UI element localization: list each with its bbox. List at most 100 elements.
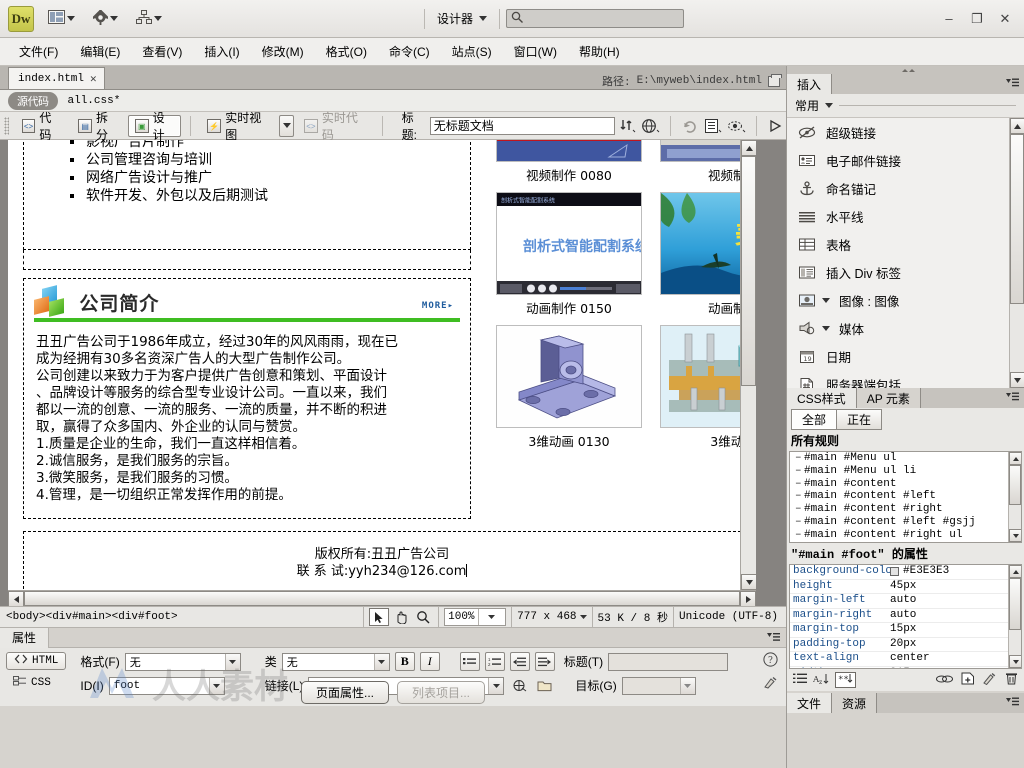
tab-ap-elements[interactable]: AP 元素 [856, 388, 921, 408]
chevron-down-icon[interactable] [477, 609, 506, 625]
page-title-input[interactable]: 无标题文档 [429, 116, 615, 135]
extend-dreamweaver-button[interactable] [89, 6, 122, 32]
insert-item-email-link[interactable]: 电子邮件链接 [787, 146, 1024, 174]
class-select[interactable]: 无 [281, 652, 390, 671]
help-icon[interactable]: ? [763, 652, 778, 670]
menu-help[interactable]: 帮助(H) [568, 39, 631, 64]
css-properties-list[interactable]: background-color #E3E3E3 height 45px mar… [789, 564, 1022, 669]
live-code-button[interactable]: <> 实时代码 [297, 111, 373, 142]
scroll-down-button[interactable] [1009, 655, 1021, 668]
zoom-tool-icon[interactable] [413, 608, 433, 626]
chevron-down-icon[interactable] [579, 611, 587, 623]
related-file-all-css[interactable]: all.css* [68, 95, 121, 107]
restore-window-icon[interactable] [768, 73, 782, 87]
panel-options-menu[interactable] [767, 632, 786, 643]
scroll-up-button[interactable] [1010, 118, 1024, 134]
insert-item-horizontal-rule[interactable]: 水平线 [787, 202, 1024, 230]
canvas-vertical-scrollbar[interactable] [740, 140, 756, 590]
design-view-button[interactable]: ▣ 设计 [127, 111, 182, 142]
scroll-up-button[interactable] [741, 140, 756, 156]
insert-category-label[interactable]: 常用 [795, 97, 819, 114]
css-rules-scrollbar[interactable] [1008, 452, 1021, 542]
panel-options-menu[interactable] [1006, 391, 1019, 405]
list-item-button[interactable]: 列表项目... [397, 681, 486, 704]
edit-rule-icon[interactable] [983, 672, 997, 688]
chevron-down-icon[interactable] [822, 325, 830, 331]
css-property-row[interactable]: width 915 [790, 667, 1021, 669]
bold-button[interactable]: B [394, 652, 415, 671]
chevron-down-icon[interactable] [825, 103, 834, 108]
insert-item-hyperlink[interactable]: 超级链接 [787, 118, 1024, 146]
html-properties-button[interactable]: HTML [6, 652, 67, 670]
scroll-up-button[interactable] [1009, 452, 1021, 465]
chevron-down-icon[interactable] [822, 297, 830, 303]
workspace-selector[interactable]: 设计器 [431, 7, 493, 31]
scrollbar-thumb[interactable] [1010, 134, 1024, 304]
refresh-icon[interactable] [680, 115, 700, 137]
set-properties-icon[interactable]: ** [835, 672, 856, 688]
menu-insert[interactable]: 插入(I) [193, 39, 250, 64]
insert-item-image[interactable]: 图像 : 图像 [787, 286, 1024, 314]
css-property-row[interactable]: padding-top 20px [790, 638, 1021, 652]
css-rule-row[interactable]: #main #content #right [790, 503, 1021, 516]
thumbnail-image[interactable]: 剖析式智能配割系统 剖析式智能配割系统 [496, 192, 642, 295]
css-property-row[interactable]: margin-left auto [790, 594, 1021, 609]
property-panel-tab[interactable]: 属性 [0, 627, 50, 648]
attach-stylesheet-icon[interactable] [936, 673, 953, 688]
css-property-row[interactable]: margin-top 15px [790, 623, 1021, 638]
css-rule-row[interactable]: #main #Menu ul li [790, 465, 1021, 478]
insert-item-table[interactable]: 表格 [787, 230, 1024, 258]
scrollbar-thumb[interactable] [1009, 578, 1021, 630]
insert-item-date[interactable]: 19 日期 [787, 342, 1024, 370]
insert-item-insert-div[interactable]: 插入 Div 标签 [787, 258, 1024, 286]
category-view-icon[interactable] [793, 673, 808, 688]
insert-panel-scrollbar[interactable] [1009, 118, 1024, 388]
tab-assets[interactable]: 资源 [832, 693, 878, 713]
page-footer[interactable]: 版权所有:丑丑广告公司 联 系 试:yyh234@126.com [23, 531, 741, 599]
menu-view[interactable]: 查看(V) [131, 39, 193, 64]
menu-commands[interactable]: 命令(C) [378, 39, 441, 64]
zoom-select[interactable]: 100% [444, 608, 507, 626]
tab-insert[interactable]: 插入 [787, 74, 833, 94]
scrollbar-thumb[interactable] [741, 156, 756, 386]
menu-window[interactable]: 窗口(W) [503, 39, 568, 64]
minimize-button[interactable]: – [936, 9, 962, 29]
scroll-down-button[interactable] [1009, 529, 1021, 542]
css-current-button[interactable]: 正在 [836, 408, 883, 430]
css-rule-row[interactable]: #main #content #right ul li [790, 542, 1021, 543]
menu-file[interactable]: 文件(F) [8, 39, 69, 64]
menu-site[interactable]: 站点(S) [441, 39, 503, 64]
thumbnail-image[interactable] [496, 140, 642, 162]
css-property-row[interactable]: height 45px [790, 580, 1021, 594]
design-canvas[interactable]: 网页设计与维护 各种婚庆、公司活动策划 影视广告片制作 公司管理咨询与培训 网络… [8, 140, 756, 606]
thumbnail-item[interactable]: 视频制作 0080 [496, 140, 642, 184]
hand-tool-icon[interactable] [391, 608, 411, 626]
close-button[interactable]: ✕ [992, 9, 1018, 29]
search-input[interactable] [506, 9, 684, 28]
menu-modify[interactable]: 修改(M) [251, 39, 315, 64]
alphabet-view-icon[interactable]: Az [812, 673, 830, 688]
scrollbar-thumb[interactable] [1009, 465, 1021, 505]
menu-format[interactable]: 格式(O) [315, 39, 378, 64]
tab-files[interactable]: 文件 [787, 693, 833, 713]
code-view-button[interactable]: <> 代码 [15, 111, 69, 142]
source-code-button[interactable]: 源代码 [8, 91, 58, 110]
outdent-icon[interactable] [509, 652, 530, 671]
indent-icon[interactable] [534, 652, 555, 671]
ordered-list-icon[interactable]: 12 [484, 652, 505, 671]
select-tool-icon[interactable] [369, 608, 390, 626]
scroll-down-button[interactable] [1010, 372, 1024, 388]
scrollbar-thumb[interactable] [24, 591, 740, 606]
site-button[interactable] [132, 6, 166, 32]
insert-item-server-side-include[interactable]: 服务器端包括 [787, 370, 1024, 388]
css-property-row[interactable]: margin-right auto [790, 609, 1021, 623]
css-rule-row[interactable]: #main #content [790, 478, 1021, 491]
color-swatch[interactable] [890, 567, 899, 577]
scroll-left-button[interactable] [8, 591, 24, 606]
close-icon[interactable]: ✕ [90, 72, 97, 86]
css-rule-row[interactable]: #main #content #left [790, 490, 1021, 503]
scroll-right-button[interactable] [740, 591, 756, 606]
heading-input[interactable] [608, 652, 729, 671]
canvas-horizontal-scrollbar[interactable] [8, 590, 756, 606]
scroll-down-button[interactable] [741, 574, 756, 590]
